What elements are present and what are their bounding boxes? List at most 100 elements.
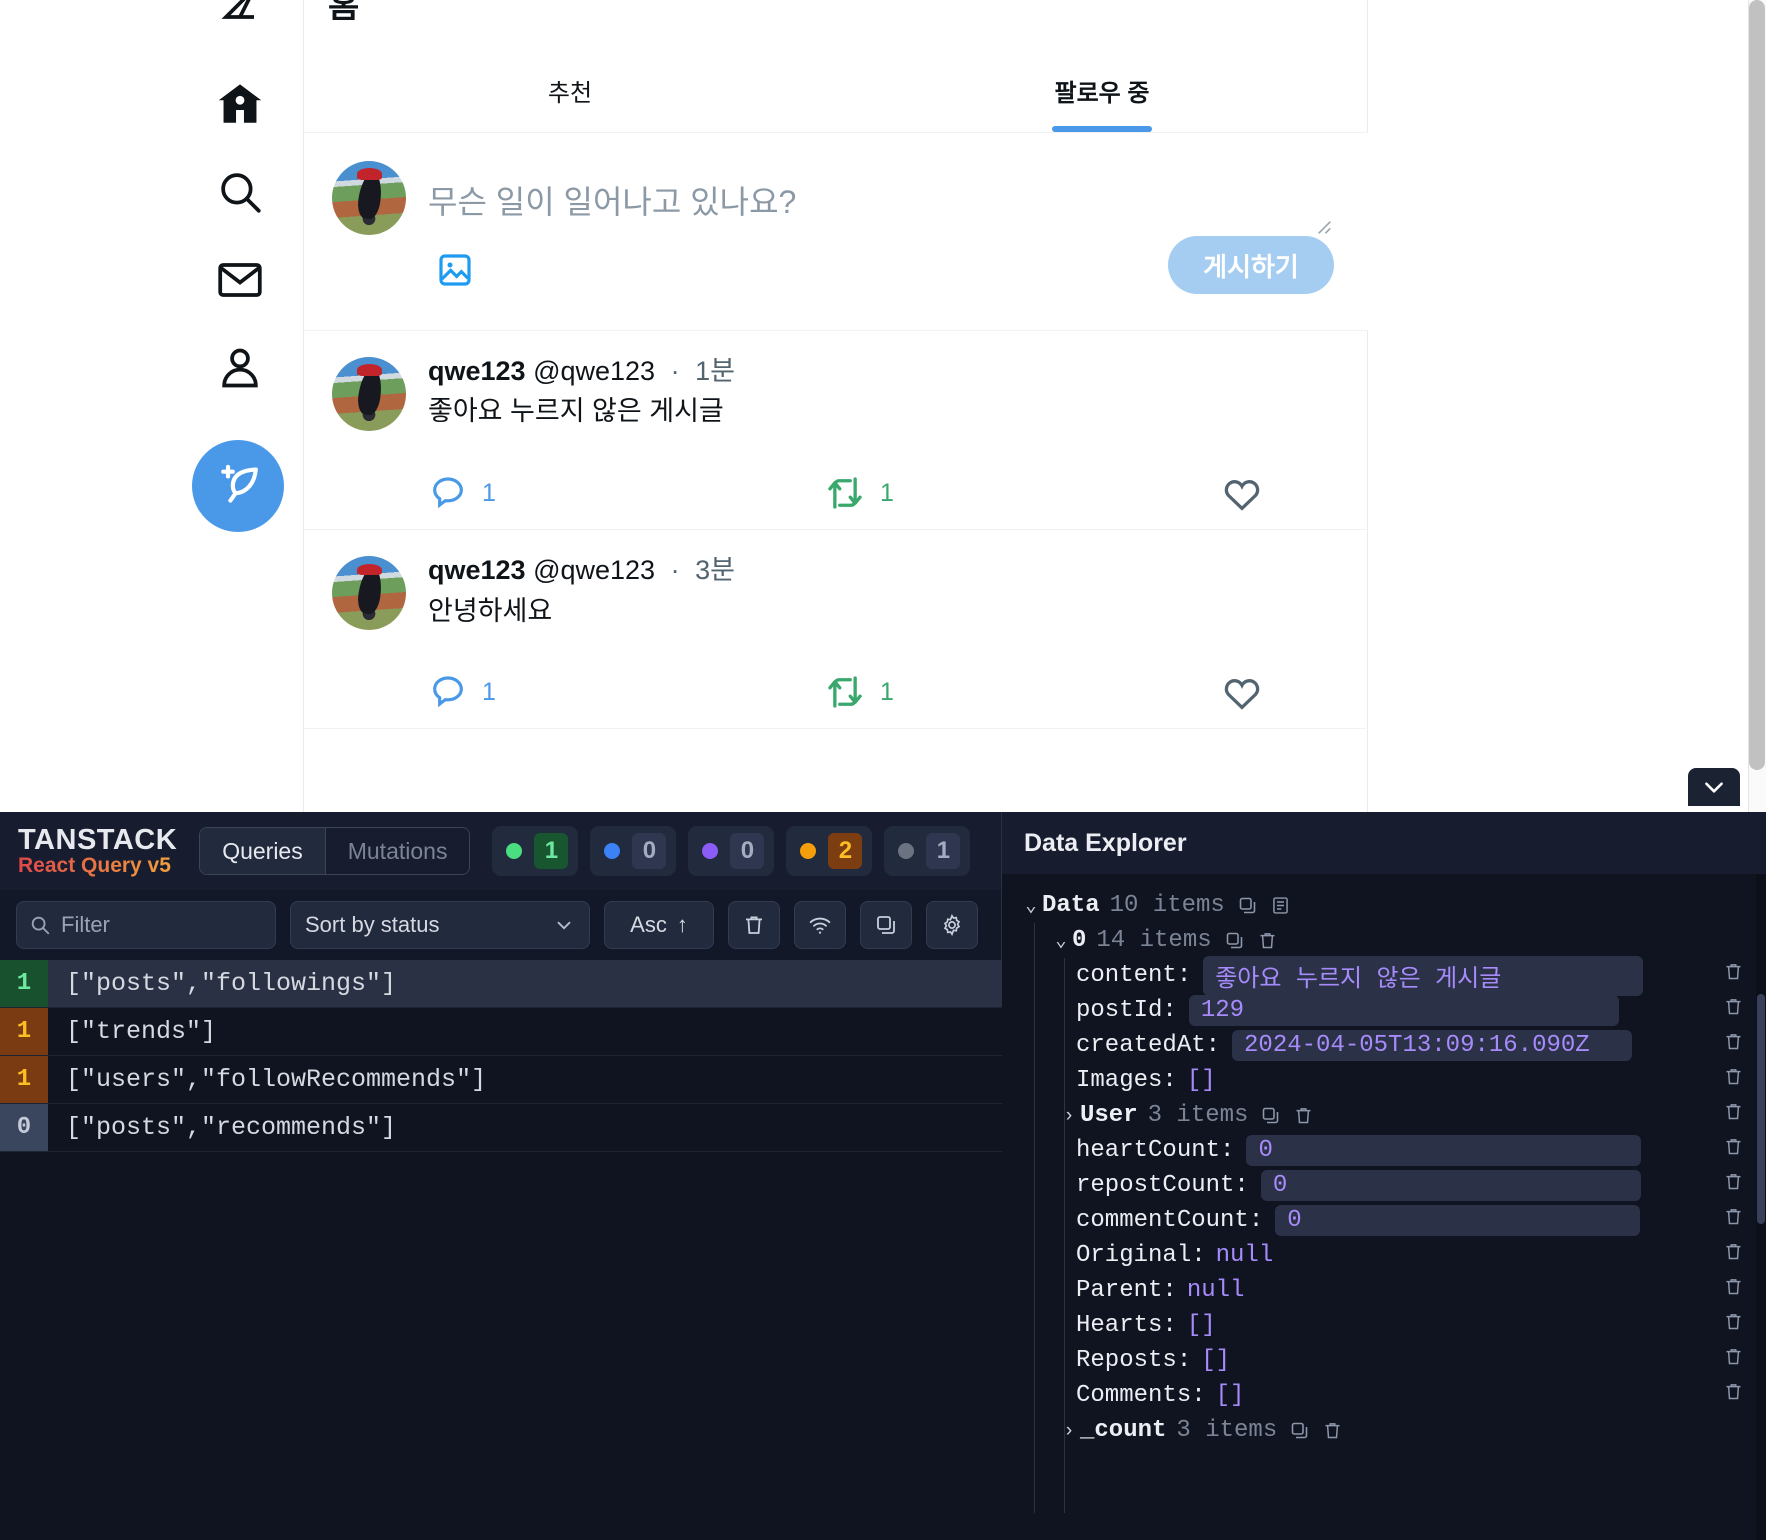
- chevron-down-icon[interactable]: ⌄: [1020, 894, 1042, 917]
- data-explorer-scrollbar[interactable]: [1756, 874, 1766, 1540]
- field-key: Original:: [1076, 1242, 1206, 1269]
- trash-icon[interactable]: [1322, 1420, 1343, 1441]
- tree-node-0[interactable]: ⌄ 0 14 items: [1020, 923, 1766, 958]
- sort-order-button[interactable]: Asc ↑: [604, 901, 714, 949]
- query-row[interactable]: 0 ["posts","recommends"]: [0, 1104, 1002, 1152]
- inactive-count: 1: [926, 833, 961, 869]
- post-author-handle: @qwe123: [533, 356, 656, 386]
- query-row[interactable]: 1 ["posts","followings"]: [0, 960, 1002, 1008]
- tree-node-count[interactable]: › _count 3 items: [1020, 1413, 1766, 1448]
- field-commentCount[interactable]: commentCount: 0: [1020, 1203, 1766, 1238]
- logo-icon[interactable]: [192, 0, 288, 58]
- tab-recommended[interactable]: 추천: [304, 48, 836, 132]
- trash-icon[interactable]: [1723, 1101, 1744, 1130]
- field-createdAt[interactable]: createdAt: 2024-04-05T13:09:16.090Z: [1020, 1028, 1766, 1063]
- field-value: []: [1201, 1347, 1231, 1374]
- post-item[interactable]: qwe123 @qwe123 · 1분 좋아요 누르지 않은 게시글 1 1: [304, 331, 1368, 531]
- post-composer: 무슨 일이 일어나고 있나요? 게시하기: [304, 133, 1368, 331]
- trash-icon[interactable]: [1723, 1206, 1744, 1235]
- copy-icon[interactable]: [1260, 1105, 1281, 1126]
- status-badge-fresh[interactable]: 1: [492, 826, 579, 876]
- trash-icon[interactable]: [1723, 1381, 1744, 1410]
- query-row[interactable]: 1 ["trends"]: [0, 1008, 1002, 1056]
- field-Hearts[interactable]: Hearts: []: [1020, 1308, 1766, 1343]
- field-Images[interactable]: Images: []: [1020, 1063, 1766, 1098]
- submit-post-button[interactable]: 게시하기: [1168, 236, 1334, 294]
- tab-queries[interactable]: Queries: [200, 828, 325, 874]
- field-Parent[interactable]: Parent: null: [1020, 1273, 1766, 1308]
- status-badge-stale[interactable]: 2: [786, 826, 873, 876]
- field-repostCount[interactable]: repostCount: 0: [1020, 1168, 1766, 1203]
- sidebar-item-search[interactable]: [192, 144, 288, 240]
- search-input[interactable]: Filter: [16, 901, 276, 949]
- composer-input[interactable]: 무슨 일이 일어나고 있나요?: [428, 177, 796, 223]
- like-button[interactable]: [1220, 471, 1282, 515]
- comment-button[interactable]: 1: [428, 672, 824, 712]
- trash-icon[interactable]: [1293, 1105, 1314, 1126]
- trash-icon[interactable]: [1723, 1346, 1744, 1375]
- field-heartCount[interactable]: heartCount: 0: [1020, 1133, 1766, 1168]
- repost-button[interactable]: 1: [824, 671, 1220, 713]
- status-badge-inactive[interactable]: 1: [884, 826, 971, 876]
- field-content[interactable]: content: 좋아요 누르지 않은 게시글: [1020, 955, 1766, 996]
- sort-select[interactable]: Sort by status: [290, 901, 590, 949]
- copy-icon[interactable]: [1224, 930, 1245, 951]
- field-key: postId:: [1076, 997, 1177, 1024]
- trash-icon[interactable]: [1723, 1031, 1744, 1060]
- trash-icon[interactable]: [1723, 1276, 1744, 1305]
- like-button[interactable]: [1220, 670, 1282, 714]
- status-badge-paused[interactable]: 0: [688, 826, 775, 876]
- toggle-position-button[interactable]: [860, 901, 912, 949]
- post-actions: 1 1: [428, 457, 1338, 529]
- chevron-right-icon[interactable]: ›: [1058, 1105, 1080, 1127]
- comment-button[interactable]: 1: [428, 473, 824, 513]
- devtools-toolbar: Filter Sort by status Asc ↑: [0, 890, 1001, 960]
- field-Reposts[interactable]: Reposts: []: [1020, 1343, 1766, 1378]
- trash-icon[interactable]: [1723, 1066, 1744, 1095]
- tree-node-data[interactable]: ⌄ Data 10 items: [1020, 888, 1766, 923]
- tab-mutations[interactable]: Mutations: [324, 828, 470, 874]
- page-scrollbar-thumb[interactable]: [1749, 0, 1765, 770]
- trash-icon[interactable]: [1723, 1311, 1744, 1340]
- clear-cache-button[interactable]: [728, 901, 780, 949]
- query-key: ["posts","recommends"]: [66, 1113, 397, 1142]
- chevron-right-icon[interactable]: ›: [1058, 1420, 1080, 1442]
- post-item[interactable]: qwe123 @qwe123 · 3분 안녕하세요 1 1: [304, 530, 1368, 730]
- field-Comments[interactable]: Comments: []: [1020, 1378, 1766, 1413]
- expand-all-icon[interactable]: [1270, 895, 1291, 916]
- inactive-dot: [898, 843, 915, 859]
- sidebar-item-profile[interactable]: [192, 320, 288, 416]
- post-separator: ·: [670, 356, 680, 386]
- trash-icon[interactable]: [1723, 1241, 1744, 1270]
- copy-icon[interactable]: [1289, 1420, 1310, 1441]
- field-postId[interactable]: postId: 129: [1020, 993, 1766, 1028]
- toggle-offline-button[interactable]: [794, 901, 846, 949]
- tab-recommended-label: 추천: [547, 79, 593, 107]
- data-explorer-scrollbar-thumb[interactable]: [1757, 994, 1765, 1224]
- trash-icon[interactable]: [1723, 996, 1744, 1025]
- devtools-query-panel: TANSTACK React Query v5 Queries Mutation…: [0, 812, 1002, 1540]
- devtools-collapse-toggle[interactable]: [1688, 768, 1740, 806]
- tab-following[interactable]: 팔로우 중: [836, 48, 1368, 132]
- settings-button[interactable]: [926, 901, 978, 949]
- repost-button[interactable]: 1: [824, 472, 1220, 514]
- chevron-down-icon[interactable]: ⌄: [1050, 929, 1072, 952]
- trash-icon[interactable]: [1723, 961, 1744, 990]
- compose-post-fab[interactable]: [192, 440, 284, 532]
- field-value: 좋아요 누르지 않은 게시글: [1203, 955, 1644, 996]
- status-badge-fetching[interactable]: 0: [590, 826, 677, 876]
- image-icon[interactable]: [432, 247, 478, 293]
- query-row[interactable]: 1 ["users","followRecommends"]: [0, 1056, 1002, 1104]
- avatar: [332, 357, 406, 431]
- tree-node-user[interactable]: › User 3 items: [1020, 1098, 1766, 1133]
- sidebar-item-messages[interactable]: [192, 232, 288, 328]
- sidebar-item-home[interactable]: [192, 56, 288, 152]
- trash-icon[interactable]: [1723, 1171, 1744, 1200]
- trash-icon[interactable]: [1257, 930, 1278, 951]
- page-scrollbar[interactable]: [1748, 0, 1766, 812]
- post-content: 안녕하세요: [428, 595, 553, 626]
- trash-icon[interactable]: [1723, 1136, 1744, 1165]
- query-observer-count: 1: [0, 1056, 48, 1103]
- field-Original[interactable]: Original: null: [1020, 1238, 1766, 1273]
- copy-icon[interactable]: [1237, 895, 1258, 916]
